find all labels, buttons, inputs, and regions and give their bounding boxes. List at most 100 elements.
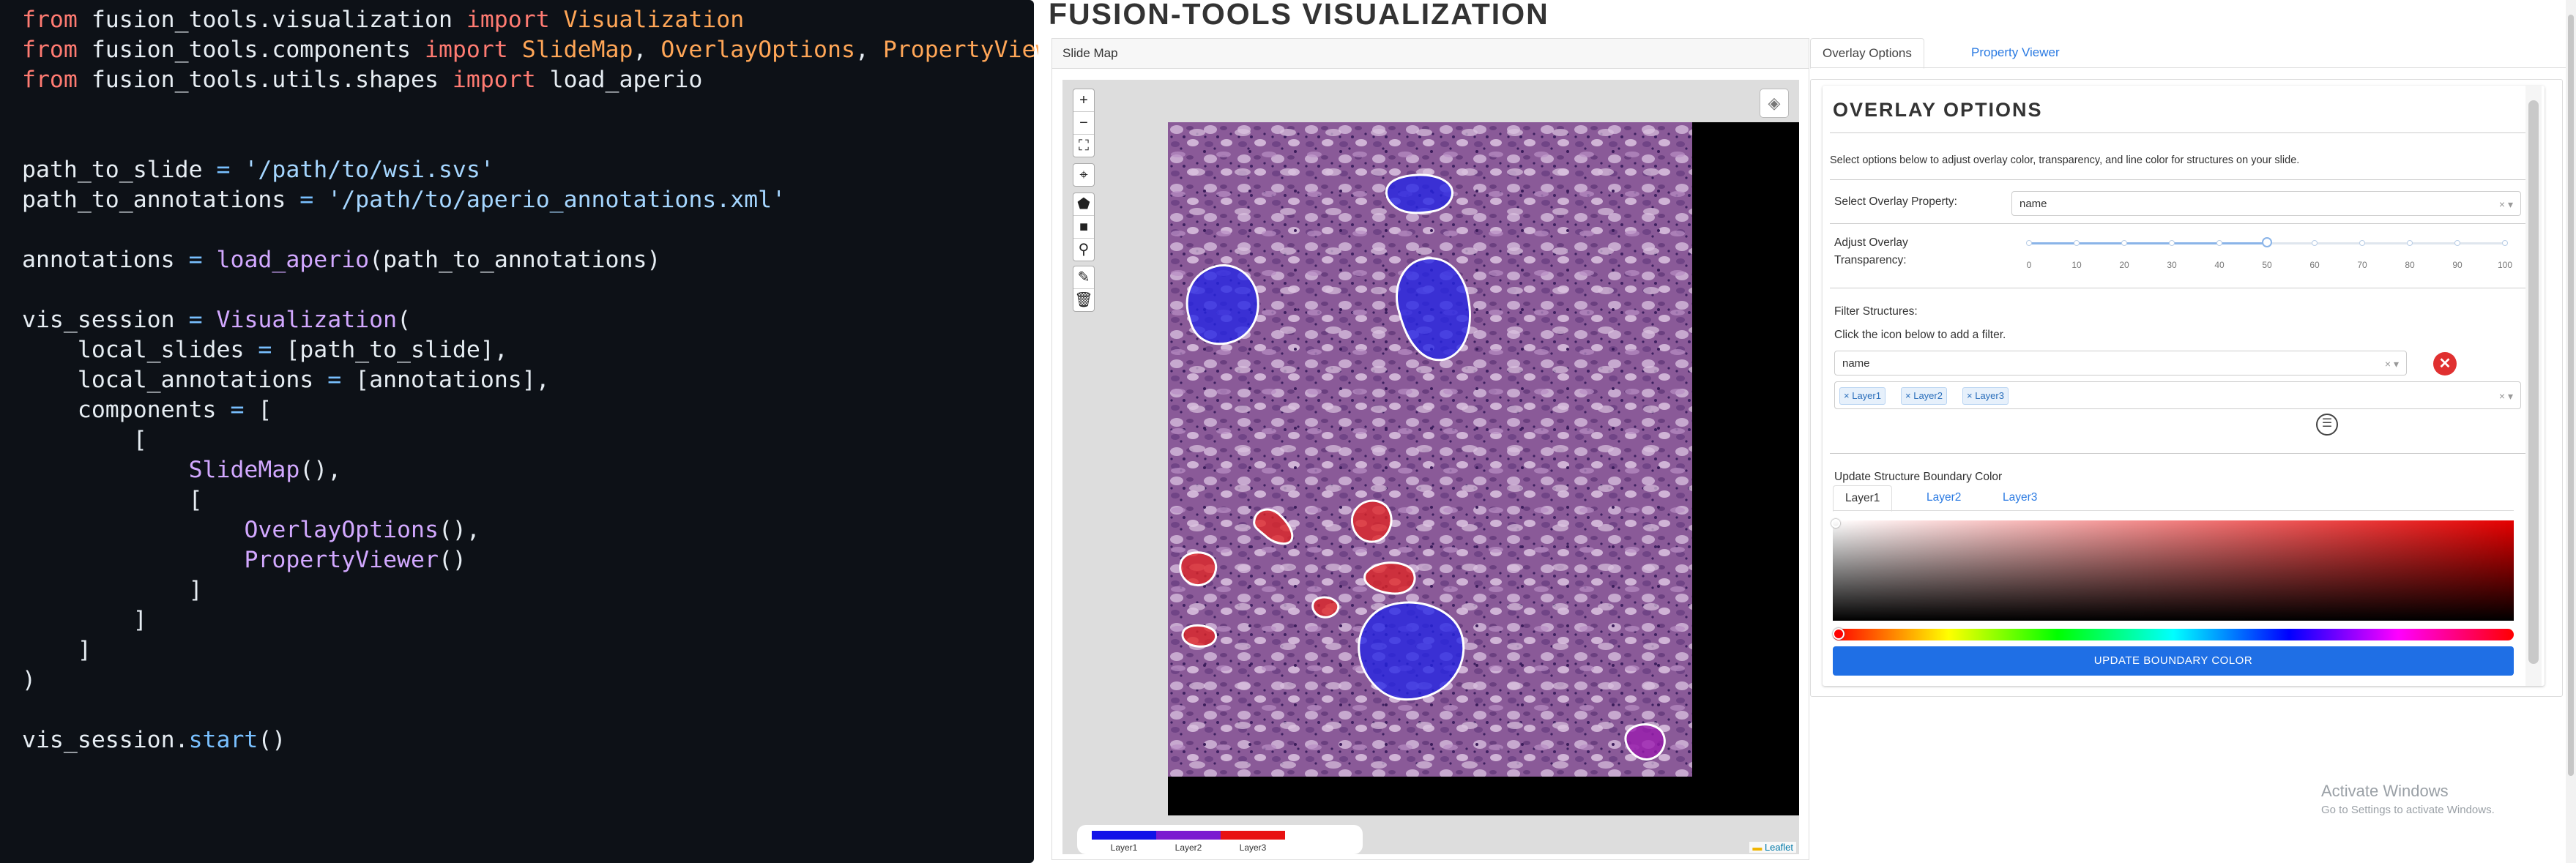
- page-scrollbar[interactable]: [2566, 0, 2576, 863]
- code-block: from fusion_tools.visualization import V…: [0, 0, 1077, 753]
- code-line: [: [22, 483, 1034, 513]
- code-token: fusion_tools.visualization: [77, 7, 466, 33]
- code-token: ,: [855, 37, 883, 63]
- code-token: (): [438, 547, 466, 573]
- leaflet-attribution-link[interactable]: ▬ Leaflet: [1749, 842, 1796, 853]
- hue-slider-handle[interactable]: [1833, 628, 1844, 640]
- slide-map-card-header: Slide Map: [1052, 39, 1809, 69]
- slide-background-right: [1692, 122, 1799, 815]
- hue-slider[interactable]: [1833, 628, 2514, 640]
- code-token: local_slides: [22, 337, 258, 363]
- leaflet-flag-icon: ▬: [1752, 842, 1762, 853]
- transparency-slider[interactable]: 0 10 20 30 40 50 60 70 80 90 100: [2026, 225, 2512, 276]
- divider: [1830, 223, 2525, 224]
- code-token: =: [188, 307, 203, 333]
- annotation-layer1[interactable]: [1185, 264, 1259, 345]
- code-token: =: [216, 157, 231, 183]
- delete-layers-button[interactable]: 🗑: [1073, 289, 1094, 311]
- fusion-tools-app: FUSION-TOOLS VISUALIZATION Slide Map + −…: [1038, 0, 2576, 863]
- slider-mark-dot: [2074, 240, 2080, 246]
- annotation-layer1[interactable]: [1358, 601, 1465, 701]
- code-token: SlideMap: [521, 37, 633, 63]
- layers-icon: ◈: [1768, 94, 1781, 112]
- code-line: path_to_slide = '/path/to/wsi.svs': [22, 153, 1034, 183]
- code-token: local_annotations: [22, 367, 328, 393]
- slider-tick-label: 20: [2119, 260, 2129, 270]
- tab-overlay-options[interactable]: Overlay Options: [1810, 38, 1924, 69]
- tissue-slide-image[interactable]: [1168, 122, 1692, 777]
- edit-layers-button[interactable]: ✎: [1073, 266, 1094, 289]
- slider-mark-dot: [2454, 240, 2460, 246]
- filter-property-select[interactable]: name × ▾: [1834, 351, 2407, 376]
- code-token: Visualization: [563, 7, 745, 33]
- locate-button[interactable]: ⌖: [1073, 164, 1094, 186]
- annotation-layer3[interactable]: [1181, 624, 1217, 648]
- filter-hint: Click the icon below to add a filter.: [1834, 329, 2006, 341]
- code-token: [: [22, 427, 147, 453]
- fullscreen-button[interactable]: ⛶: [1073, 135, 1094, 157]
- code-token: from: [22, 7, 78, 33]
- code-token: PropertyViewer: [244, 547, 439, 573]
- divider: [1833, 510, 2514, 511]
- chip-remove-icon[interactable]: ×: [1905, 390, 1913, 401]
- annotation-layer3[interactable]: [1311, 596, 1340, 619]
- color-tab-layer1[interactable]: Layer1: [1833, 485, 1893, 512]
- slider-mark-dot: [2216, 240, 2222, 246]
- filter-chip[interactable]: × Layer2: [1901, 387, 1947, 405]
- update-boundary-color-button[interactable]: UPDATE BOUNDARY COLOR: [1833, 646, 2514, 676]
- code-token: annotations: [22, 247, 189, 273]
- code-line: vis_session.start(): [22, 723, 1034, 753]
- chip-remove-icon[interactable]: ×: [1967, 390, 1975, 401]
- select-clear-and-chevron-icon[interactable]: × ▾: [2499, 382, 2513, 410]
- select-clear-and-chevron-icon[interactable]: × ▾: [2499, 192, 2513, 217]
- slider-mark-dot: [2312, 240, 2318, 246]
- color-tab-layer3[interactable]: Layer3: [1991, 485, 2049, 510]
- locate-control: ⌖: [1073, 163, 1095, 187]
- draw-marker-button[interactable]: ⚲: [1073, 239, 1094, 261]
- add-filter-button[interactable]: ☰: [2316, 414, 2338, 436]
- code-line: PropertyViewer(): [22, 543, 1034, 573]
- overlay-description: Select options below to adjust overlay c…: [1830, 154, 2300, 166]
- zoom-in-button[interactable]: +: [1073, 89, 1094, 112]
- slider-tick-label: 70: [2357, 260, 2367, 270]
- filter-chip-label: Layer3: [1975, 390, 2004, 401]
- slide-map[interactable]: + − ⛶ ⌖ ⬟ ■ ⚲ ✎ 🗑 ◈ Layer1 Layer2 Layer3 ▬…: [1062, 80, 1799, 854]
- panel-scrollbar[interactable]: [2525, 86, 2542, 686]
- filter-values-multiselect[interactable]: × Layer1 × Layer2 × Layer3 × ▾: [1834, 381, 2521, 409]
- panel-scrollbar-thumb[interactable]: [2528, 100, 2539, 664]
- color-picker-handle[interactable]: [1831, 519, 1840, 528]
- filter-chip[interactable]: × Layer1: [1839, 387, 1886, 405]
- color-saturation-picker[interactable]: [1831, 519, 2514, 621]
- annotation-layer3[interactable]: [1179, 551, 1218, 587]
- overlay-property-select[interactable]: name × ▾: [2011, 191, 2521, 216]
- select-clear-and-chevron-icon[interactable]: × ▾: [2385, 351, 2399, 376]
- watermark-line2: Go to Settings to activate Windows.: [2321, 804, 2495, 816]
- slider-handle[interactable]: [2262, 237, 2272, 247]
- activate-windows-watermark: Activate Windows Go to Settings to activ…: [2321, 782, 2495, 816]
- annotation-layer3[interactable]: [1350, 499, 1393, 543]
- draw-toolbar: ⬟ ■ ⚲: [1073, 193, 1095, 261]
- code-token: load_aperio: [535, 67, 703, 93]
- zoom-out-button[interactable]: −: [1073, 112, 1094, 135]
- draw-rectangle-button[interactable]: ■: [1073, 216, 1094, 239]
- slider-tick-label: 100: [2497, 260, 2513, 270]
- tab-property-viewer[interactable]: Property Viewer: [1959, 38, 2071, 67]
- code-token: load_aperio: [216, 247, 370, 273]
- slider-mark-dot: [2026, 240, 2032, 246]
- filter-chip-label: Layer1: [1852, 390, 1881, 401]
- page-scrollbar-thumb[interactable]: [2568, 15, 2574, 776]
- code-token: =: [327, 367, 342, 393]
- filter-chip[interactable]: × Layer3: [1962, 387, 2009, 405]
- remove-filter-button[interactable]: ✕: [2433, 352, 2457, 376]
- layers-control-button[interactable]: ◈: [1760, 89, 1789, 118]
- code-token: fusion_tools.components: [77, 37, 425, 63]
- code-token: SlideMap: [188, 457, 300, 483]
- color-tab-layer2[interactable]: Layer2: [1915, 485, 1973, 510]
- annotation-layer1[interactable]: [1385, 173, 1453, 214]
- draw-polygon-button[interactable]: ⬟: [1073, 193, 1094, 216]
- chip-remove-icon[interactable]: ×: [1844, 390, 1852, 401]
